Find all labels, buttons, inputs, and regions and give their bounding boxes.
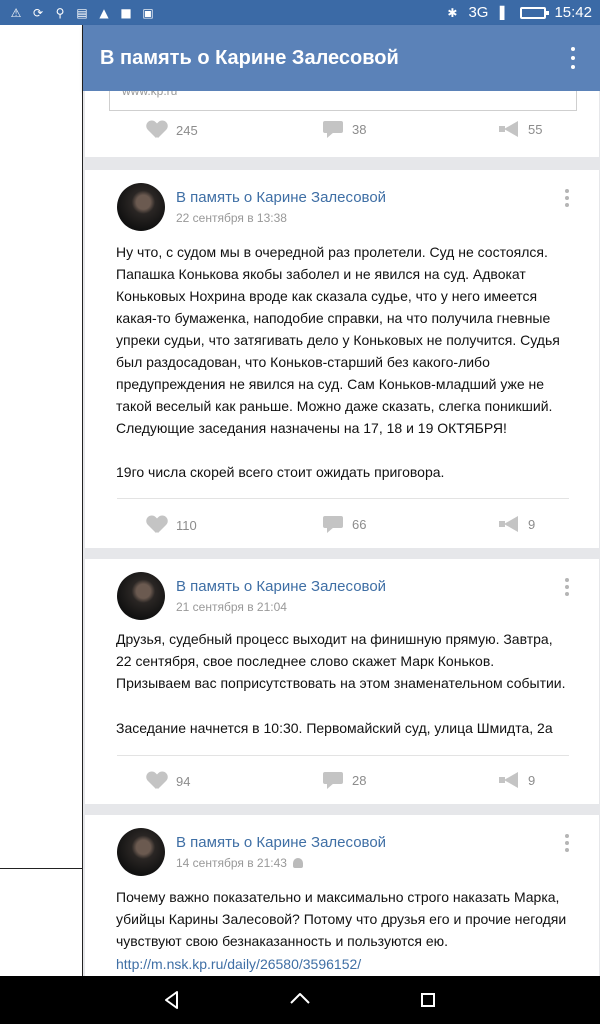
more-vert-icon[interactable] [568,47,578,69]
like-count: 94 [176,773,191,789]
post-menu-icon[interactable] [565,834,569,852]
like-button[interactable]: 110 [147,516,197,534]
divider [117,498,569,499]
app-bar: В память о Карине Залесовой [83,25,600,91]
sync-icon: ⟳ [32,5,44,20]
heart-icon [147,121,167,139]
back-button[interactable] [160,988,184,1012]
post-date[interactable]: 14 сентября в 21:43 [176,856,303,870]
post-actions: 245 38 55 [85,121,599,145]
side-panel [0,25,83,976]
post-text: Почему важно показательно и максимально … [116,889,567,949]
post-text: 19го числа скорей всего стоит ожидать пр… [116,464,445,480]
alert-icon: ▲ [99,5,109,20]
heart-icon [147,772,167,790]
back-icon [165,991,178,1009]
post-card: В память о Карине Залесовой 14 сентября … [85,815,599,976]
post-text: Заседание начнется в 10:30. Первомайский… [116,720,553,736]
recents-icon [421,993,435,1007]
comment-count: 66 [352,516,367,532]
comment-icon [323,516,343,533]
side-divider [0,868,83,869]
share-count: 9 [528,516,536,532]
notes-icon: ▤ [76,5,88,20]
post-card: В память о Карине Залесовой 21 сентября … [85,559,599,804]
comment-icon [323,121,343,138]
lock-icon: ■ [120,5,132,20]
search-icon: ⚲ [55,5,65,20]
comment-count: 38 [352,121,367,137]
post-date[interactable]: 21 сентября в 21:04 [176,600,287,614]
link-preview[interactable]: www.kp.ru [109,91,577,111]
page-title: В память о Карине Залесовой [100,46,399,69]
work-icon: ▣ [142,5,154,20]
post-date[interactable]: 22 сентября в 13:38 [176,211,287,225]
comment-button[interactable]: 38 [323,121,367,138]
warning-icon: ⚠ [10,5,22,20]
post-author[interactable]: В память о Карине Залесовой [176,834,386,851]
post-card: www.kp.ru 245 38 55 [85,91,599,157]
like-count: 245 [176,122,198,138]
recents-button[interactable] [416,988,440,1012]
like-count: 110 [176,517,197,533]
comment-count: 28 [352,772,367,788]
share-icon [499,516,519,532]
post-author[interactable]: В память о Карине Залесовой [176,189,386,206]
android-icon [292,858,303,868]
home-button[interactable] [288,988,312,1012]
like-button[interactable]: 245 [147,121,198,139]
post-menu-icon[interactable] [565,189,569,207]
post-menu-icon[interactable] [565,578,569,596]
status-bar: ⚠ ⟳ ⚲ ▤ ▲ ■ ▣ ✱ 3G ▌ 15:42 [0,0,600,25]
post-text: Ну что, с судом мы в очередной раз проле… [116,244,560,436]
feed[interactable]: www.kp.ru 245 38 55 В память о Карине За… [83,91,600,976]
bluetooth-icon: ✱ [447,5,458,20]
share-count: 55 [528,121,543,137]
comment-icon [323,772,343,789]
navigation-bar [0,976,600,1024]
post-link[interactable]: http://m.nsk.kp.ru/daily/26580/3596152/ [116,953,572,975]
signal-icon: ▌ [499,5,510,20]
divider [117,755,569,756]
share-button[interactable]: 9 [499,516,535,532]
post-text: Друзья, судебный процесс выходит на фини… [116,631,566,691]
comment-button[interactable]: 28 [323,772,367,789]
network-type: 3G [468,4,489,21]
share-count: 9 [528,772,536,788]
share-icon [499,772,519,788]
comment-button[interactable]: 66 [323,516,367,533]
home-icon [290,993,310,1004]
post-card: В память о Карине Залесовой 22 сентября … [85,170,599,548]
share-button[interactable]: 55 [499,121,542,137]
post-actions: 94 28 9 [85,772,599,796]
heart-icon [147,516,167,534]
share-button[interactable]: 9 [499,772,535,788]
share-icon [499,121,519,137]
avatar[interactable] [117,572,165,620]
battery-icon [520,6,550,19]
post-actions: 110 66 9 [85,516,599,540]
post-author[interactable]: В память о Карине Залесовой [176,578,386,595]
clock: 15:42 [554,4,592,21]
like-button[interactable]: 94 [147,772,190,790]
avatar[interactable] [117,183,165,231]
avatar[interactable] [117,828,165,876]
